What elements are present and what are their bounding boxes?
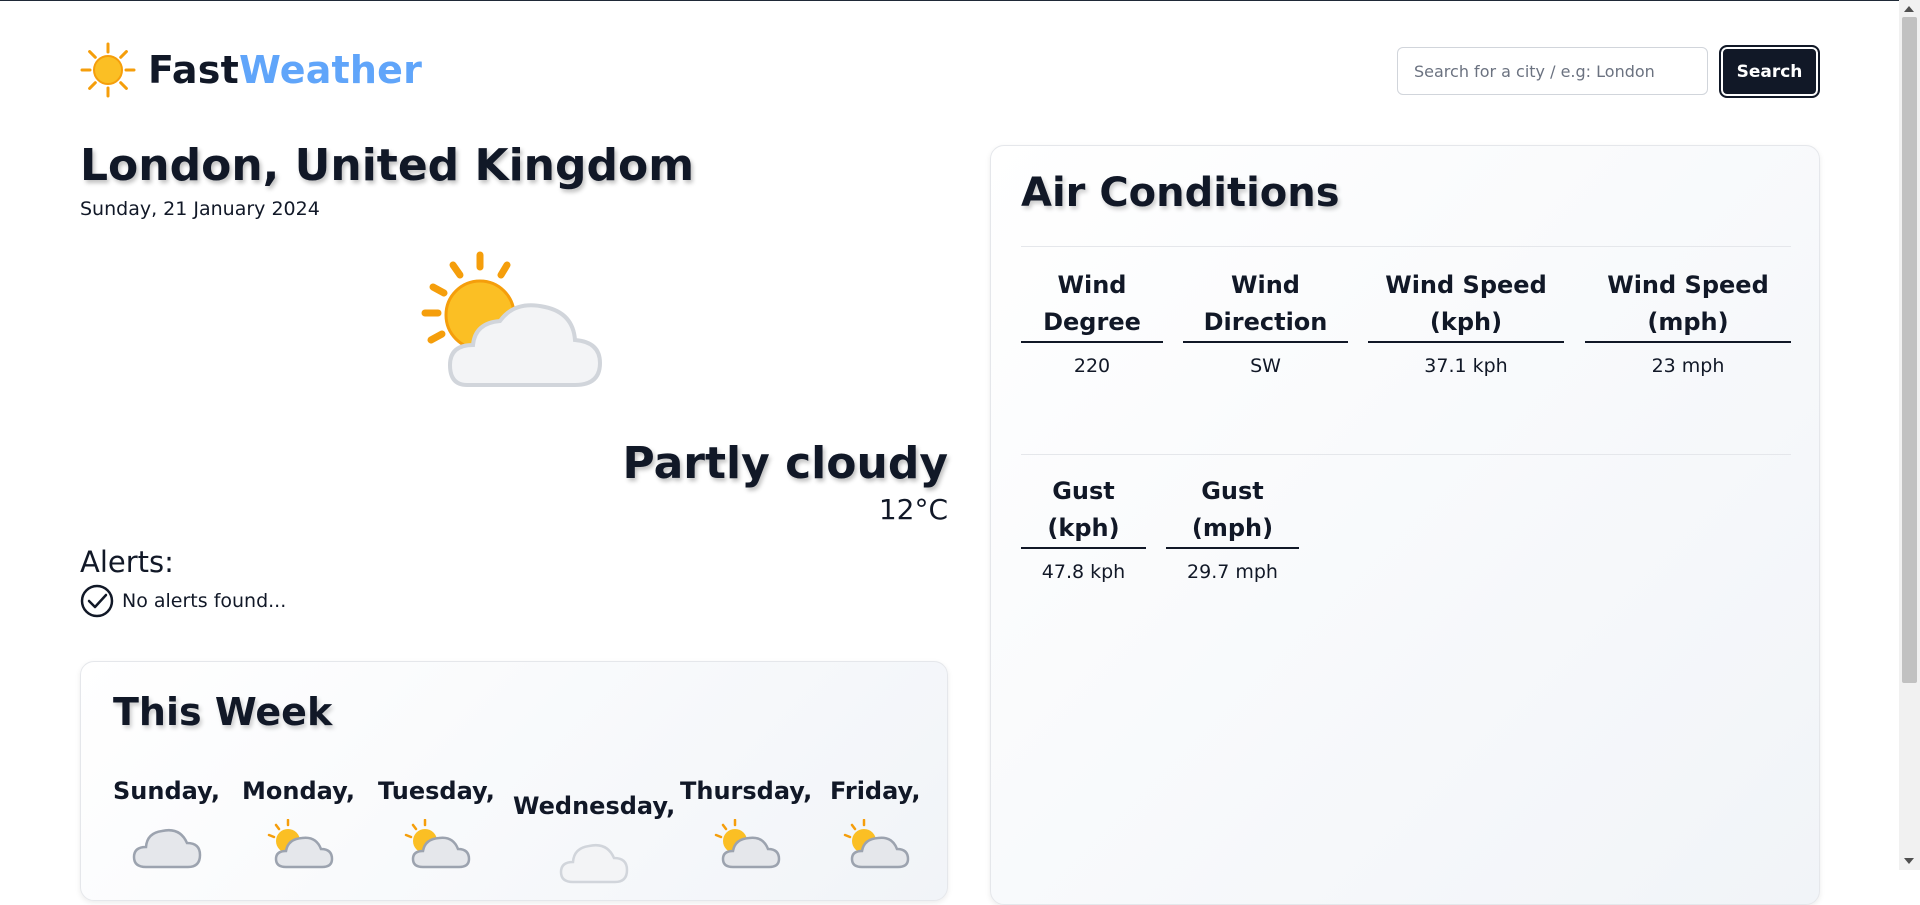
metric-value: SW (1250, 355, 1281, 377)
partly-cloudy-icon (714, 819, 781, 869)
air-conditions-card: Air Conditions Wind Degree 220 Wind Direct… (990, 145, 1820, 905)
alert-message: No alerts found... (122, 590, 287, 612)
metric-label: Gust (mph) (1166, 473, 1299, 549)
gust-kph-metric: Gust (kph) 47.8 kph (1021, 473, 1146, 583)
metric-label: Wind Degree (1021, 267, 1163, 343)
wind-direction-metric: Wind Direction SW (1183, 267, 1348, 377)
check-circle-icon (80, 584, 114, 618)
logo-text-fast: Fast (148, 48, 239, 92)
logo-text-weather: Weather (238, 48, 423, 92)
forecast-day[interactable]: Tuesday, (378, 777, 495, 869)
wind-degree-metric: Wind Degree 220 (1021, 267, 1163, 377)
forecast-day-name: Wednesday, (513, 792, 676, 820)
wind-speed-kph-metric: Wind Speed (kph) 37.1 kph (1368, 267, 1564, 377)
forecast-day[interactable]: Sunday, (113, 777, 220, 869)
partly-cloudy-icon (843, 819, 910, 869)
forecast-day[interactable]: Thursday, (680, 777, 812, 869)
partly-cloudy-icon (421, 251, 603, 387)
metric-label: Gust (kph) (1021, 473, 1146, 549)
metric-label: Wind Speed (kph) (1368, 267, 1564, 343)
city-search-input[interactable] (1397, 47, 1708, 95)
forecast-day-name: Tuesday, (378, 777, 495, 805)
scroll-down-arrow-icon[interactable] (1904, 858, 1914, 864)
window-top-border (0, 0, 1920, 1)
current-date: Sunday, 21 January 2024 (80, 198, 320, 220)
cloud-icon (559, 844, 629, 884)
metric-value: 220 (1073, 355, 1111, 377)
forecast-day-name: Sunday, (113, 777, 220, 805)
weather-condition: Partly cloudy (622, 438, 948, 489)
forecast-day[interactable]: Monday, (242, 777, 355, 869)
scrollbar-thumb[interactable] (1902, 17, 1917, 683)
alerts-heading: Alerts: (80, 545, 174, 579)
divider (1021, 454, 1791, 455)
search-button[interactable]: Search (1719, 45, 1820, 98)
forecast-day-name: Friday, (830, 777, 921, 805)
alert-status: No alerts found... (80, 584, 286, 618)
forecast-day-name: Monday, (242, 777, 355, 805)
partly-cloudy-icon (267, 819, 333, 869)
metric-label: Wind Direction (1183, 267, 1348, 343)
cloud-icon (132, 829, 201, 869)
scroll-up-arrow-icon[interactable] (1904, 6, 1914, 12)
metric-value: 47.8 kph (1041, 561, 1126, 583)
metric-value: 29.7 mph (1187, 561, 1278, 583)
temperature: 12°C (878, 493, 948, 526)
forecast-day-name: Thursday, (680, 777, 813, 805)
metric-value: 23 mph (1651, 355, 1725, 377)
location-title: London, United Kingdom (80, 140, 695, 191)
gust-mph-metric: Gust (mph) 29.7 mph (1166, 473, 1299, 583)
weekly-forecast-title: This Week (113, 690, 333, 734)
app-logo[interactable]: FastWeather (80, 40, 422, 100)
weekly-forecast-card: This Week Sunday, Monday, Tuesday, Wedne… (80, 661, 948, 901)
logo-text: FastWeather (148, 48, 422, 92)
page-scrollbar[interactable] (1899, 0, 1920, 870)
divider (1021, 246, 1791, 247)
forecast-day[interactable]: Wednesday, (513, 792, 675, 884)
metric-label: Wind Speed (mph) (1585, 267, 1791, 343)
wind-speed-mph-metric: Wind Speed (mph) 23 mph (1585, 267, 1791, 377)
partly-cloudy-icon (405, 819, 471, 869)
forecast-day[interactable]: Friday, (830, 777, 920, 869)
air-conditions-title: Air Conditions (1021, 170, 1340, 216)
sun-icon (80, 42, 136, 98)
metric-value: 37.1 kph (1424, 355, 1508, 377)
